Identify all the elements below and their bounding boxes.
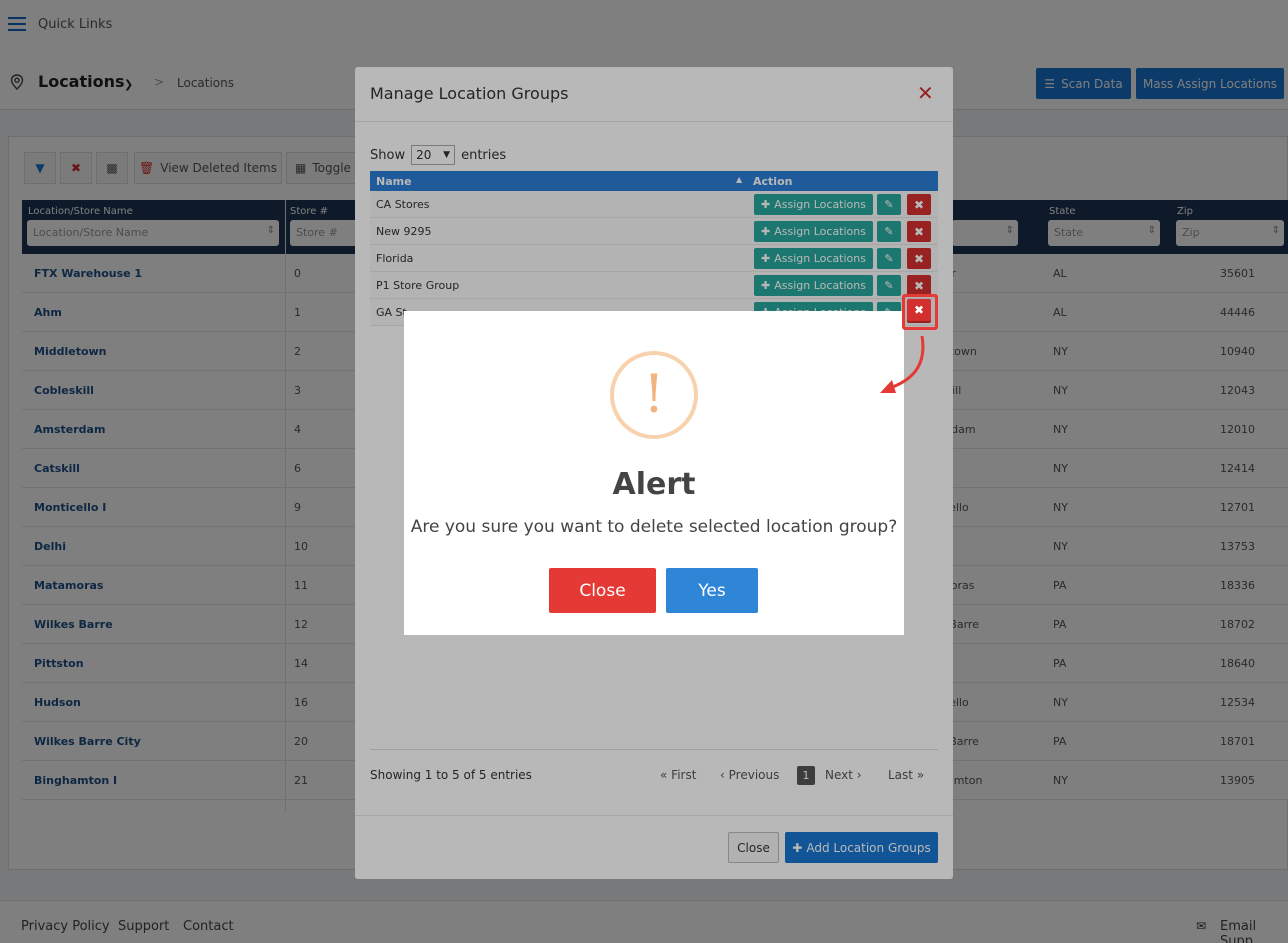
alert-message: Are you sure you want to delete selected… — [410, 517, 898, 537]
warning-icon-glyph: ! — [643, 365, 665, 425]
warning-icon: ! — [610, 351, 698, 439]
alert-yes-button[interactable]: Yes — [666, 568, 758, 613]
alert-title: Alert — [612, 467, 696, 502]
annotation-arrow-icon — [880, 335, 925, 393]
highlight-box — [902, 294, 938, 330]
alert-close-button[interactable]: Close — [549, 568, 656, 613]
confirm-alert-dialog: ! Alert Are you sure you want to delete … — [404, 311, 904, 635]
